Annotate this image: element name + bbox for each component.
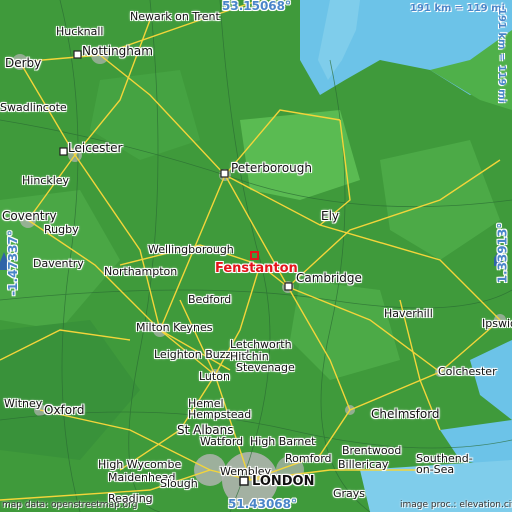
place-label[interactable]: Bedford: [188, 294, 231, 305]
map-canvas[interactable]: Hucknall Newark on Trent Nottingham Derb…: [0, 0, 512, 512]
place-label[interactable]: Coventry: [2, 210, 57, 222]
place-label[interactable]: Leicester: [68, 142, 122, 154]
place-label[interactable]: Peterborough: [231, 162, 312, 174]
place-label[interactable]: Hucknall: [56, 26, 104, 37]
place-label[interactable]: Watford: [200, 436, 243, 447]
place-label[interactable]: Newark on Trent: [130, 11, 220, 22]
map-data-credit: map data: openstreetmap.org: [2, 500, 138, 510]
place-label[interactable]: Colchester: [438, 366, 497, 377]
east-coordinate: 1.33913°: [495, 222, 510, 284]
place-label[interactable]: Chelmsford: [371, 408, 440, 420]
place-label[interactable]: Ely: [321, 210, 339, 222]
scale-label-top: 191 km = 119 mi: [410, 3, 505, 14]
west-coordinate: -1.47337°: [5, 230, 20, 296]
place-label[interactable]: High Wycombe: [98, 459, 181, 470]
place-label[interactable]: Witney: [4, 398, 42, 409]
place-label[interactable]: Luton: [199, 371, 230, 382]
north-coordinate: 53.15068°: [222, 0, 292, 13]
place-label[interactable]: Brentwood: [342, 445, 401, 456]
south-coordinate: 51.43068°: [228, 497, 298, 511]
place-label-london[interactable]: LONDON: [252, 475, 314, 488]
place-label[interactable]: Romford: [285, 453, 332, 464]
target-label[interactable]: Fenstanton: [215, 261, 298, 276]
place-label[interactable]: Swadlincote: [0, 102, 67, 113]
place-label[interactable]: Hemel Hempstead: [188, 398, 251, 420]
place-label[interactable]: High Barnet: [250, 436, 315, 447]
place-label[interactable]: Haverhill: [384, 308, 433, 319]
place-label[interactable]: Grays: [333, 488, 365, 499]
image-credit: image proc.: elevation.city: [400, 500, 512, 510]
place-label[interactable]: Cambridge: [296, 272, 362, 284]
place-label[interactable]: Ipswich: [482, 318, 512, 329]
place-label[interactable]: Milton Keynes: [136, 322, 213, 333]
place-label[interactable]: Oxford: [44, 404, 84, 416]
place-label[interactable]: Letchworth: [230, 339, 292, 350]
place-label[interactable]: Billericay: [338, 459, 388, 470]
place-label[interactable]: Hinckley: [22, 175, 69, 186]
place-label[interactable]: Northampton: [104, 266, 177, 277]
place-label[interactable]: Daventry: [33, 258, 84, 269]
place-label[interactable]: Slough: [160, 478, 198, 489]
scale-label-right: 191 km = 119 mi: [495, 8, 507, 103]
place-label[interactable]: Wellingborough: [148, 244, 234, 255]
place-label[interactable]: Stevenage: [236, 362, 295, 373]
place-label[interactable]: Southend-on-Sea: [416, 453, 486, 475]
place-label[interactable]: Nottingham: [82, 45, 153, 57]
place-label[interactable]: Rugby: [44, 224, 79, 235]
place-label[interactable]: Derby: [5, 57, 41, 69]
